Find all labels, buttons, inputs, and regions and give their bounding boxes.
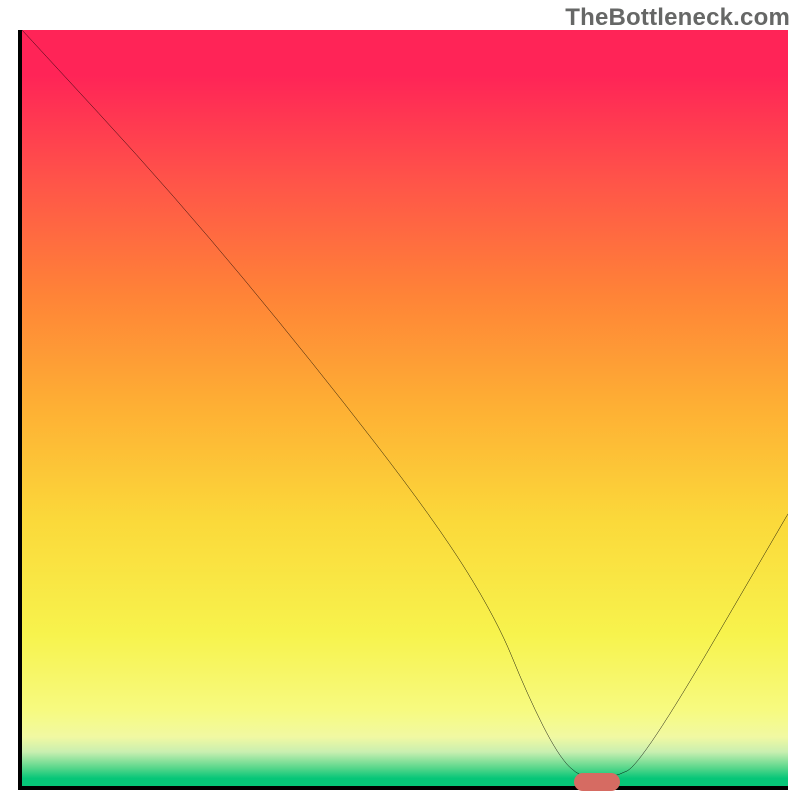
chart-container: TheBottleneck.com bbox=[0, 0, 800, 800]
curve-path bbox=[22, 30, 788, 778]
plot-area bbox=[18, 30, 788, 790]
optimum-marker bbox=[574, 773, 620, 791]
bottleneck-curve bbox=[22, 30, 788, 786]
watermark-text: TheBottleneck.com bbox=[565, 4, 790, 32]
